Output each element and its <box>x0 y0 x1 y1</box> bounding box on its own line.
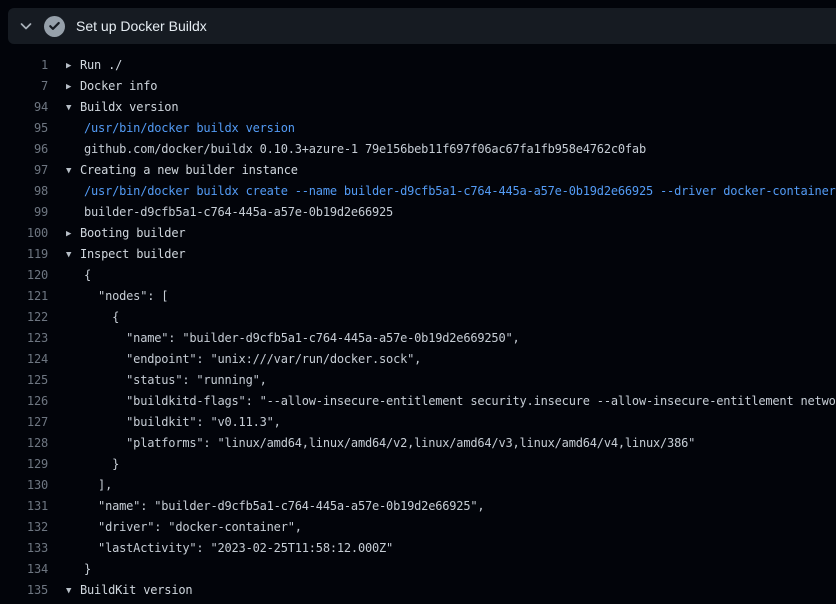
log-text: } <box>66 559 91 580</box>
log-line: 94 ▼Buildx version <box>0 97 836 118</box>
log-text: "platforms": "linux/amd64,linux/amd64/v2… <box>66 433 695 454</box>
line-number[interactable]: 134 <box>0 559 48 580</box>
log-line: 128 "platforms": "linux/amd64,linux/amd6… <box>0 433 836 454</box>
check-circle-icon <box>44 16 65 37</box>
log-line: 127 "buildkit": "v0.11.3", <box>0 412 836 433</box>
log-text: "driver": "docker-container", <box>66 517 302 538</box>
log-text: { <box>66 307 119 328</box>
line-number[interactable]: 94 <box>0 97 48 118</box>
line-number[interactable]: 99 <box>0 202 48 223</box>
line-number[interactable]: 97 <box>0 160 48 181</box>
log-line: 1 ▶Run ./ <box>0 55 836 76</box>
log-line: 133 "lastActivity": "2023-02-25T11:58:12… <box>0 538 836 559</box>
log-line: 125 "status": "running", <box>0 370 836 391</box>
log-text: "endpoint": "unix:///var/run/docker.sock… <box>66 349 421 370</box>
line-number[interactable]: 125 <box>0 370 48 391</box>
log-text: github.com/docker/buildx 0.10.3+azure-1 … <box>66 139 646 160</box>
log-text: "buildkitd-flags": "--allow-insecure-ent… <box>66 391 836 412</box>
disclosure-triangle-icon[interactable]: ▶ <box>66 56 80 77</box>
line-number[interactable]: 135 <box>0 580 48 601</box>
log-line: 100 ▶Booting builder <box>0 223 836 244</box>
log-text: "lastActivity": "2023-02-25T11:58:12.000… <box>66 538 393 559</box>
line-number[interactable]: 128 <box>0 433 48 454</box>
line-number[interactable]: 98 <box>0 181 48 202</box>
disclosure-triangle-icon[interactable]: ▶ <box>66 77 80 98</box>
log-group-label: Buildx version <box>80 100 178 114</box>
line-number[interactable]: 133 <box>0 538 48 559</box>
disclosure-triangle-icon[interactable]: ▼ <box>66 245 80 266</box>
disclosure-triangle-icon[interactable]: ▶ <box>66 224 80 245</box>
log-text: "buildkit": "v0.11.3", <box>66 412 281 433</box>
log-area: 1▶Run ./7▶Docker info94▼Buildx version95… <box>0 55 836 604</box>
line-number[interactable]: 120 <box>0 265 48 286</box>
log-text: ], <box>66 475 112 496</box>
disclosure-triangle-icon[interactable]: ▼ <box>66 581 80 602</box>
log-line: 129 } <box>0 454 836 475</box>
log-line: 122 { <box>0 307 836 328</box>
log-group-label: Creating a new builder instance <box>80 163 298 177</box>
log-line: 120 { <box>0 265 836 286</box>
log-group-title[interactable]: ▶Booting builder <box>66 223 185 244</box>
line-number[interactable]: 132 <box>0 517 48 538</box>
log-group-label: Inspect builder <box>80 247 185 261</box>
line-number[interactable]: 119 <box>0 244 48 265</box>
line-number[interactable]: 127 <box>0 412 48 433</box>
line-number[interactable]: 131 <box>0 496 48 517</box>
line-number[interactable]: 96 <box>0 139 48 160</box>
log-text: } <box>66 454 119 475</box>
log-group-label: Docker info <box>80 79 157 93</box>
line-number[interactable]: 124 <box>0 349 48 370</box>
log-line: 95/usr/bin/docker buildx version <box>0 118 836 139</box>
log-text: { <box>66 265 91 286</box>
log-line: 132 "driver": "docker-container", <box>0 517 836 538</box>
step-title: Set up Docker Buildx <box>76 8 207 44</box>
log-line: 123 "name": "builder-d9cfb5a1-c764-445a-… <box>0 328 836 349</box>
log-line: 131 "name": "builder-d9cfb5a1-c764-445a-… <box>0 496 836 517</box>
log-group-title[interactable]: ▶Docker info <box>66 76 157 97</box>
log-text: builder-d9cfb5a1-c764-445a-a57e-0b19d2e6… <box>66 202 393 223</box>
disclosure-triangle-icon[interactable]: ▼ <box>66 98 80 119</box>
disclosure-triangle-icon[interactable]: ▼ <box>66 161 80 182</box>
log-line: 130 ], <box>0 475 836 496</box>
line-number[interactable]: 129 <box>0 454 48 475</box>
chevron-down-icon[interactable] <box>15 15 37 37</box>
log-line: 126 "buildkitd-flags": "--allow-insecure… <box>0 391 836 412</box>
log-group-title[interactable]: ▼Creating a new builder instance <box>66 160 298 181</box>
log-line: 7 ▶Docker info <box>0 76 836 97</box>
log-line: 97 ▼Creating a new builder instance <box>0 160 836 181</box>
line-number[interactable]: 95 <box>0 118 48 139</box>
line-number[interactable]: 100 <box>0 223 48 244</box>
log-line: 98/usr/bin/docker buildx create --name b… <box>0 181 836 202</box>
line-number[interactable]: 7 <box>0 76 48 97</box>
log-line: 119 ▼Inspect builder <box>0 244 836 265</box>
log-line: 134} <box>0 559 836 580</box>
log-group-label: Booting builder <box>80 226 185 240</box>
line-number[interactable]: 126 <box>0 391 48 412</box>
log-group-label: BuildKit version <box>80 583 192 597</box>
log-group-title[interactable]: ▶Run ./ <box>66 55 122 76</box>
log-text: /usr/bin/docker buildx create --name bui… <box>66 181 836 202</box>
log-line: 135 ▼BuildKit version <box>0 580 836 601</box>
log-group-title[interactable]: ▼Inspect builder <box>66 244 185 265</box>
line-number[interactable]: 1 <box>0 55 48 76</box>
log-text: "nodes": [ <box>66 286 168 307</box>
line-number[interactable]: 130 <box>0 475 48 496</box>
log-group-title[interactable]: ▼Buildx version <box>66 97 178 118</box>
step-header[interactable]: Set up Docker Buildx <box>8 8 836 44</box>
log-group-label: Run ./ <box>80 58 122 72</box>
log-line: 121 "nodes": [ <box>0 286 836 307</box>
log-group-title[interactable]: ▼BuildKit version <box>66 580 192 601</box>
log-line: 96 github.com/docker/buildx 0.10.3+azure-… <box>0 139 836 160</box>
log-text: "name": "builder-d9cfb5a1-c764-445a-a57e… <box>66 328 520 349</box>
log-text: "status": "running", <box>66 370 267 391</box>
log-line: 99 builder-d9cfb5a1-c764-445a-a57e-0b19d2… <box>0 202 836 223</box>
line-number[interactable]: 123 <box>0 328 48 349</box>
log-text: "name": "builder-d9cfb5a1-c764-445a-a57e… <box>66 496 484 517</box>
log-line: 124 "endpoint": "unix:///var/run/docker.… <box>0 349 836 370</box>
line-number[interactable]: 121 <box>0 286 48 307</box>
line-number[interactable]: 122 <box>0 307 48 328</box>
log-text: /usr/bin/docker buildx version <box>66 118 295 139</box>
